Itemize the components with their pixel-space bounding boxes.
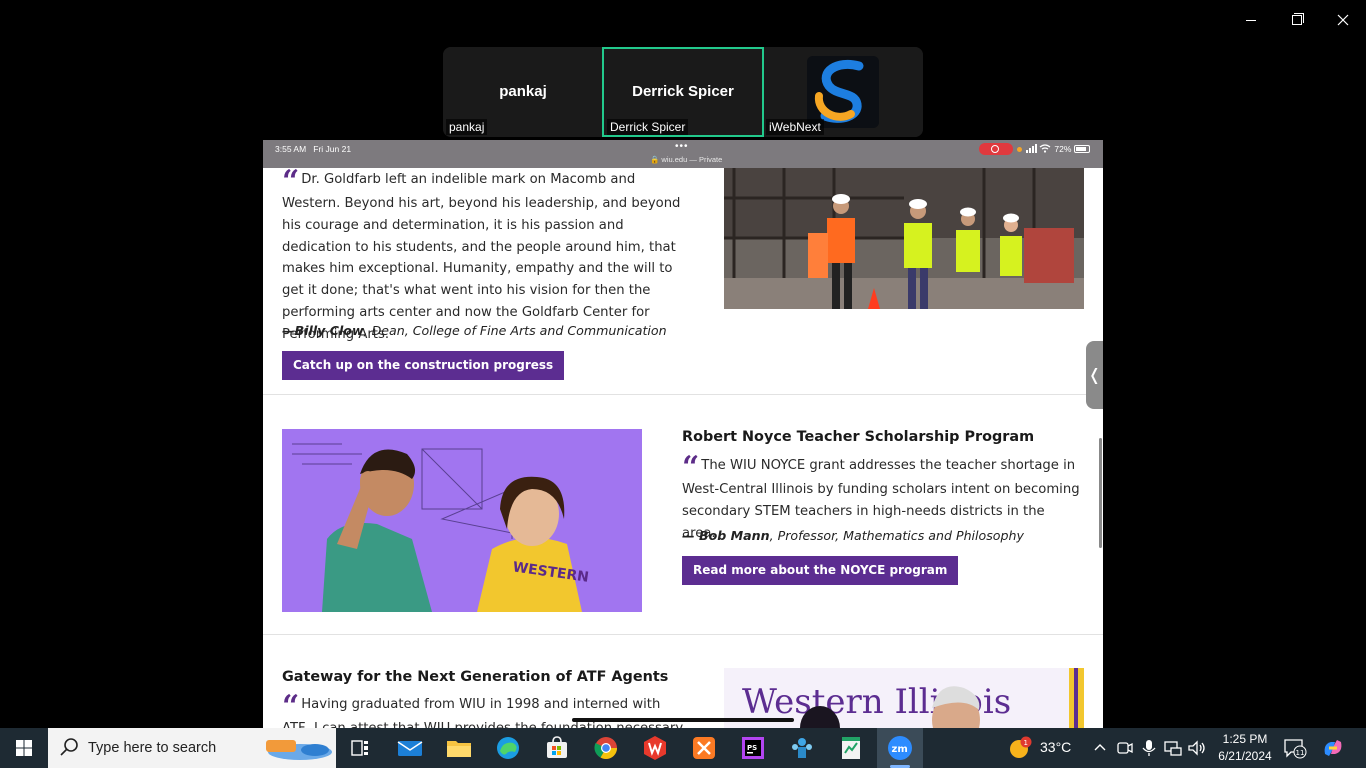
screen: pankaj pankaj iWebNext Derrick Spicer De…: [0, 0, 1366, 768]
search-placeholder: Type here to search: [88, 740, 217, 756]
microphone-icon[interactable]: [1140, 739, 1158, 757]
minimize-icon: [1246, 20, 1256, 21]
goldfarb-quote: “Dr. Goldfarb left an indelible mark on …: [282, 164, 692, 345]
copilot-icon[interactable]: [1321, 736, 1345, 760]
quote-attribution: — Bob Mann, Professor, Mathematics and P…: [682, 528, 1024, 543]
atf-quote: “Having graduated from WIU in 1998 and i…: [282, 689, 692, 729]
participant-tile-iwebnext[interactable]: iWebNext: [763, 47, 923, 137]
close-icon: [1337, 14, 1349, 26]
wps-office-icon[interactable]: [640, 733, 670, 763]
participant-strip: pankaj pankaj iWebNext Derrick Spicer De…: [443, 47, 923, 137]
search-highlight-icon: [266, 740, 332, 760]
minimize-button[interactable]: [1241, 10, 1261, 30]
sidebar-handle[interactable]: ❬: [1086, 341, 1103, 409]
participant-label: iWebNext: [766, 119, 824, 135]
chrome-icon[interactable]: [591, 733, 621, 763]
web-page: “Dr. Goldfarb left an indelible mark on …: [263, 164, 1103, 729]
participant-display-name: pankaj: [499, 83, 547, 100]
participant-tile-derrick-spicer[interactable]: Derrick Spicer Derrick Spicer: [602, 47, 764, 137]
construction-progress-button[interactable]: Catch up on the construction progress: [282, 351, 565, 380]
notifications-icon[interactable]: 11: [1283, 737, 1307, 759]
quote-mark-icon: “: [282, 164, 299, 199]
zoom-icon: zm: [888, 736, 912, 760]
clock-date[interactable]: 6/21/2024: [1213, 749, 1277, 763]
svg-text:PS: PS: [747, 744, 757, 752]
taskbar: Type here to search PS zm 1 33°C 1:25 PM…: [0, 728, 1366, 768]
noyce-students-photo[interactable]: WESTERN: [282, 429, 642, 612]
ios-time: 3:55 AM Fri Jun 21: [275, 144, 352, 154]
xampp-icon[interactable]: [689, 733, 719, 763]
section-divider: [263, 394, 1103, 395]
quote-mark-icon: “: [282, 689, 299, 724]
quote-text: Having graduated from WIU in 1998 and in…: [282, 697, 683, 728]
quote-text: Dr. Goldfarb left an indelible mark on M…: [282, 172, 681, 342]
weather-icon[interactable]: 1: [1007, 736, 1033, 760]
edge-icon[interactable]: [493, 733, 523, 763]
ios-status-bar: 3:55 AM Fri Jun 21 ••• 🔒 wiu.edu — Priva…: [263, 140, 1103, 168]
battery-icon: [1074, 145, 1090, 153]
noyce-read-more-button[interactable]: Read more about the NOYCE program: [682, 556, 959, 585]
quote-mark-icon: “: [682, 450, 699, 485]
close-button[interactable]: [1333, 10, 1353, 30]
ios-status-icons: 72%: [1026, 144, 1071, 154]
task-view-icon[interactable]: [345, 733, 375, 763]
participant-label: Derrick Spicer: [607, 119, 689, 135]
restore-button[interactable]: [1287, 10, 1307, 30]
home-indicator[interactable]: [572, 718, 794, 722]
mic-indicator-icon: [1017, 147, 1022, 152]
meet-now-icon[interactable]: [1116, 739, 1134, 757]
start-button[interactable]: [0, 728, 48, 768]
construction-site-photo[interactable]: [724, 168, 1084, 309]
windows-icon: [16, 740, 32, 756]
participant-label: pankaj: [446, 119, 488, 135]
ios-url[interactable]: 🔒 wiu.edu — Private: [650, 155, 722, 164]
participant-display-name: Derrick Spicer: [632, 83, 734, 100]
ios-multitask-dots[interactable]: •••: [675, 141, 689, 152]
phpstorm-icon[interactable]: PS: [738, 733, 768, 763]
network-icon[interactable]: [1163, 739, 1183, 757]
network-app-icon[interactable]: [787, 733, 817, 763]
zoom-taskbar-button[interactable]: zm: [877, 728, 923, 768]
search-box[interactable]: Type here to search: [48, 728, 336, 768]
notification-count: 11: [1296, 749, 1305, 757]
svg-text:zm: zm: [892, 744, 908, 755]
search-icon: [60, 738, 78, 756]
atf-title: Gateway for the Next Generation of ATF A…: [282, 669, 669, 685]
weather-temperature[interactable]: 33°C: [1040, 739, 1071, 755]
mail-icon[interactable]: [395, 733, 425, 763]
iwebnext-logo: [807, 56, 879, 128]
battery-percent: 72%: [1054, 144, 1072, 154]
quote-attribution: —Billy Clow, Dean, College of Fine Arts …: [282, 323, 667, 338]
spreadsheet-icon[interactable]: [836, 733, 866, 763]
volume-icon[interactable]: [1187, 739, 1207, 757]
scroll-indicator: [1099, 438, 1102, 548]
participant-tile-pankaj[interactable]: pankaj pankaj: [443, 47, 603, 137]
section-divider: [263, 634, 1103, 635]
weather-badge: 1: [1024, 739, 1028, 747]
clock-time[interactable]: 1:25 PM: [1219, 732, 1271, 746]
chevron-up-icon[interactable]: [1092, 740, 1108, 756]
file-explorer-icon[interactable]: [444, 733, 474, 763]
noyce-title: Robert Noyce Teacher Scholarship Program: [682, 429, 1035, 445]
screen-record-icon: [979, 143, 1013, 155]
store-icon[interactable]: [542, 733, 572, 763]
shared-screen: 3:55 AM Fri Jun 21 ••• 🔒 wiu.edu — Priva…: [263, 140, 1103, 728]
signal-wifi-icon: [1026, 144, 1051, 153]
